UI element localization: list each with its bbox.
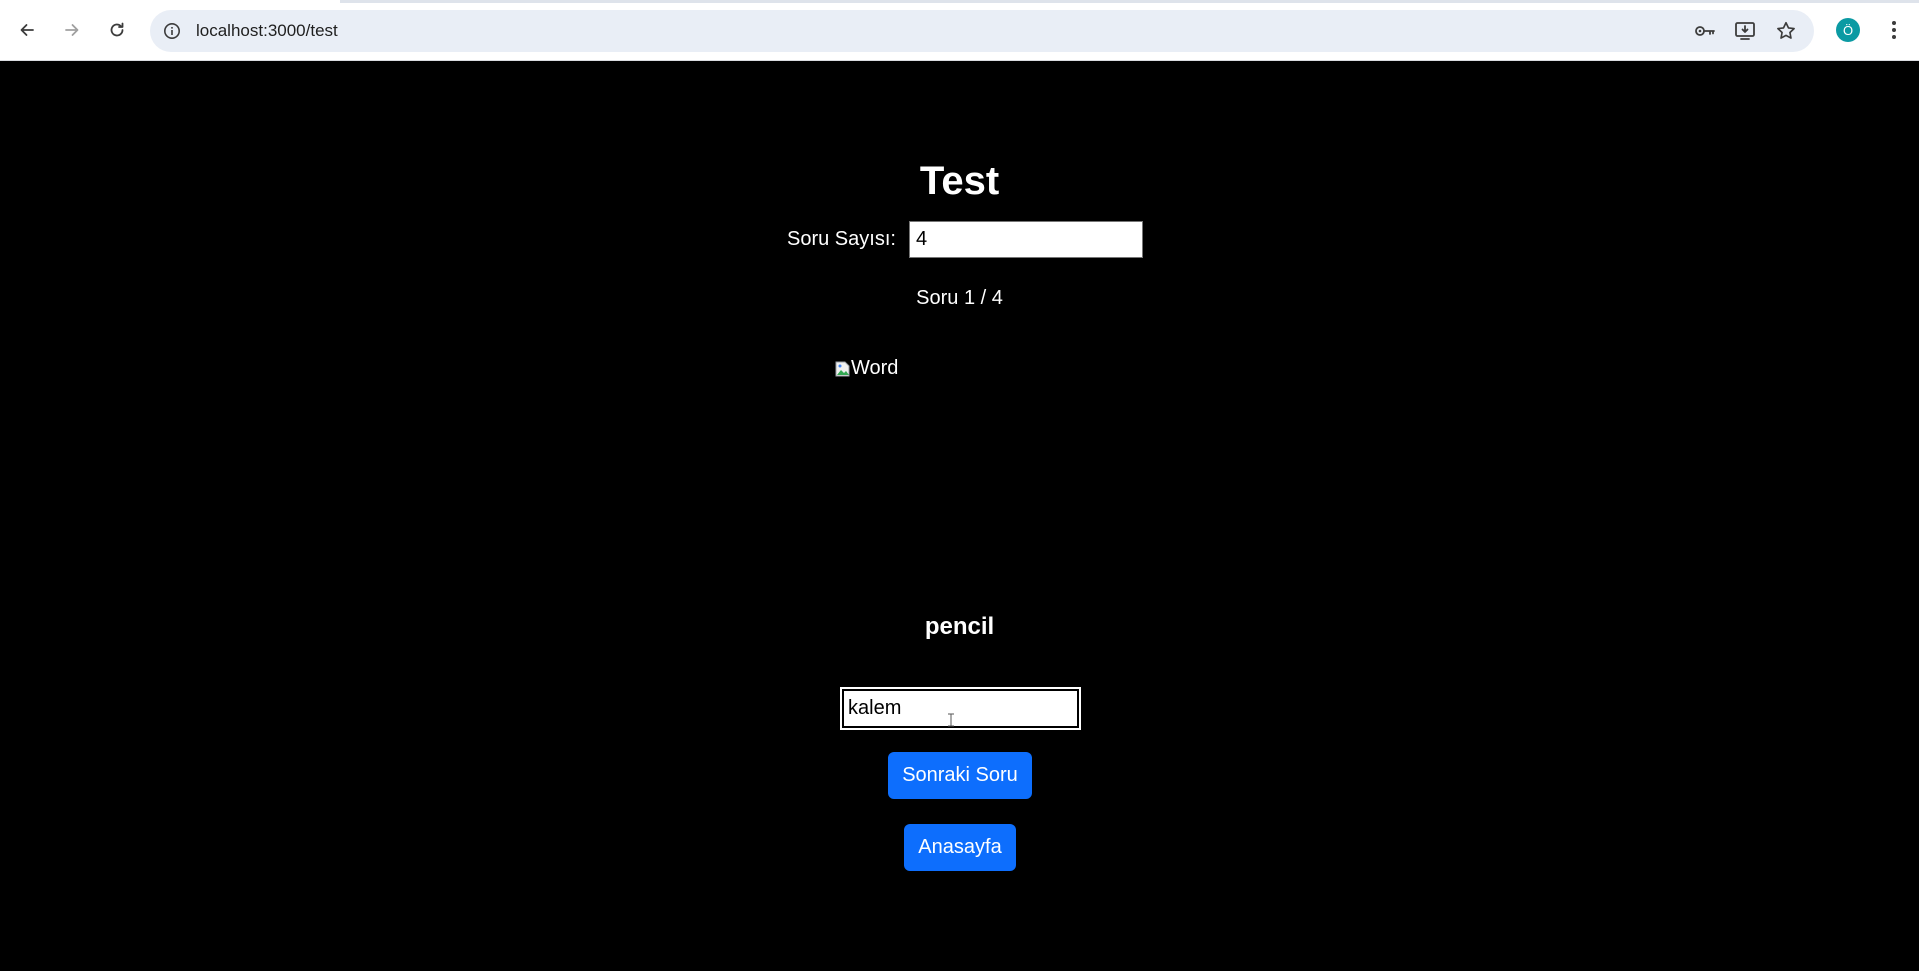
bookmark-button[interactable] bbox=[1774, 19, 1798, 43]
question-count-label: Soru Sayısı: bbox=[787, 228, 896, 250]
tab-strip bbox=[0, 0, 1919, 3]
reload-icon bbox=[110, 22, 124, 37]
image-alt-text: Word bbox=[851, 357, 899, 379]
word-image: Word bbox=[835, 357, 898, 380]
question-count-row: Soru Sayısı: bbox=[787, 221, 1143, 258]
home-button[interactable]: Anasayfa bbox=[904, 824, 1016, 871]
broken-image-icon bbox=[835, 361, 850, 376]
profile-avatar[interactable]: Ö bbox=[1836, 18, 1860, 42]
install-app-icon bbox=[1735, 22, 1755, 40]
forward-button[interactable] bbox=[55, 13, 89, 47]
kebab-menu-icon bbox=[1892, 21, 1896, 39]
reload-button[interactable] bbox=[100, 13, 134, 47]
site-info-button[interactable] bbox=[160, 19, 184, 43]
info-icon bbox=[164, 23, 180, 39]
question-count-input[interactable] bbox=[908, 221, 1143, 258]
browser-toolbar: localhost:3000/test Ö bbox=[0, 0, 1919, 61]
star-icon bbox=[1777, 21, 1795, 39]
install-app-button[interactable] bbox=[1733, 19, 1757, 43]
active-tab-indicator bbox=[0, 0, 340, 3]
url-text[interactable]: localhost:3000/test bbox=[196, 21, 338, 41]
back-button[interactable] bbox=[10, 13, 44, 47]
text-cursor-icon bbox=[948, 713, 954, 727]
browser-menu-button[interactable] bbox=[1880, 16, 1908, 44]
question-progress: Soru 1 / 4 bbox=[916, 287, 1003, 309]
address-bar[interactable]: localhost:3000/test bbox=[150, 10, 1814, 52]
answer-input[interactable] bbox=[840, 687, 1081, 730]
question-word: pencil bbox=[924, 613, 995, 640]
back-arrow-icon bbox=[20, 24, 34, 36]
page-content: Test Soru Sayısı: Soru 1 / 4 Word pencil… bbox=[0, 61, 1919, 971]
key-icon bbox=[1695, 26, 1715, 36]
page-title: Test bbox=[919, 159, 1000, 203]
forward-arrow-icon bbox=[65, 24, 79, 36]
next-question-button[interactable]: Sonraki Soru bbox=[888, 752, 1032, 799]
password-manager-button[interactable] bbox=[1693, 19, 1717, 43]
